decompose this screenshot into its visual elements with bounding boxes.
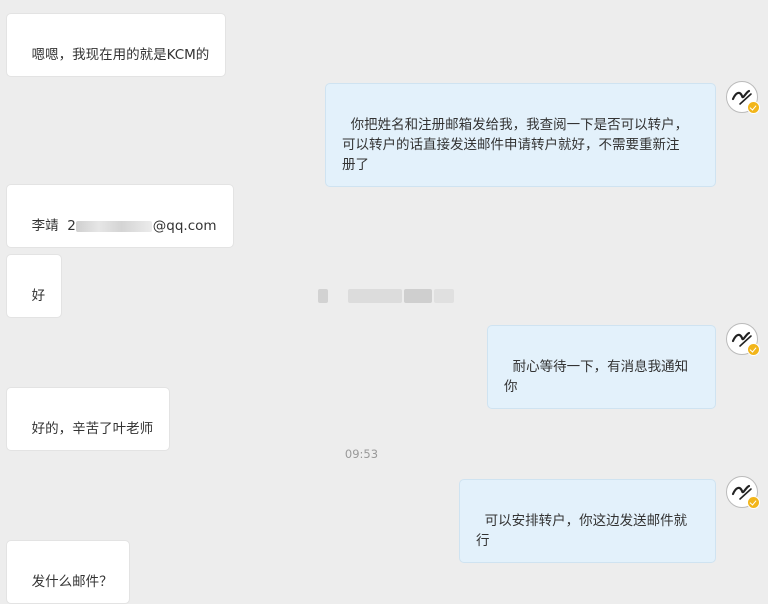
timestamp: 09:53 — [344, 447, 379, 461]
message-text: 你把姓名和注册邮箱发给我，我查阅一下是否可以转户， 可以转户的话直接发送邮件申请… — [342, 117, 689, 173]
redacted-email-blur — [75, 220, 152, 232]
email-prefix: 2 — [67, 218, 76, 234]
message-text: 嗯嗯，我现在用的就是KCM的 — [31, 47, 210, 63]
redacted-system-notice — [318, 287, 454, 305]
message-text: 好的，辛苦了叶老师 — [31, 421, 154, 437]
verified-badge-icon — [747, 101, 760, 114]
avatar[interactable] — [726, 476, 760, 509]
avatar[interactable] — [726, 323, 760, 356]
message-outgoing: 你把姓名和注册邮箱发给我，我查阅一下是否可以转户， 可以转户的话直接发送邮件申请… — [325, 83, 716, 187]
verified-badge-icon — [747, 343, 760, 356]
message-text: 耐心等待一下，有消息我通知你 — [504, 359, 689, 395]
message-outgoing: 耐心等待一下，有消息我通知你 — [487, 325, 716, 409]
message-text: 发什么邮件？ — [31, 574, 113, 590]
message-outgoing: 可以安排转户，你这边发送邮件就行 — [459, 479, 716, 563]
message-text: 好 — [31, 288, 46, 304]
message-incoming: 好 — [6, 254, 63, 318]
message-incoming: 李靖 2 @qq.com — [6, 184, 234, 248]
email-suffix: @qq.com — [152, 218, 217, 234]
avatar[interactable] — [726, 81, 760, 114]
contact-name: 李靖 — [31, 218, 59, 234]
message-text: 可以安排转户，你这边发送邮件就行 — [476, 513, 688, 549]
message-incoming: 嗯嗯，我现在用的就是KCM的 — [6, 13, 227, 77]
message-incoming: 发什么邮件？ — [6, 540, 130, 604]
verified-badge-icon — [747, 496, 760, 509]
message-incoming: 好的，辛苦了叶老师 — [6, 387, 171, 451]
